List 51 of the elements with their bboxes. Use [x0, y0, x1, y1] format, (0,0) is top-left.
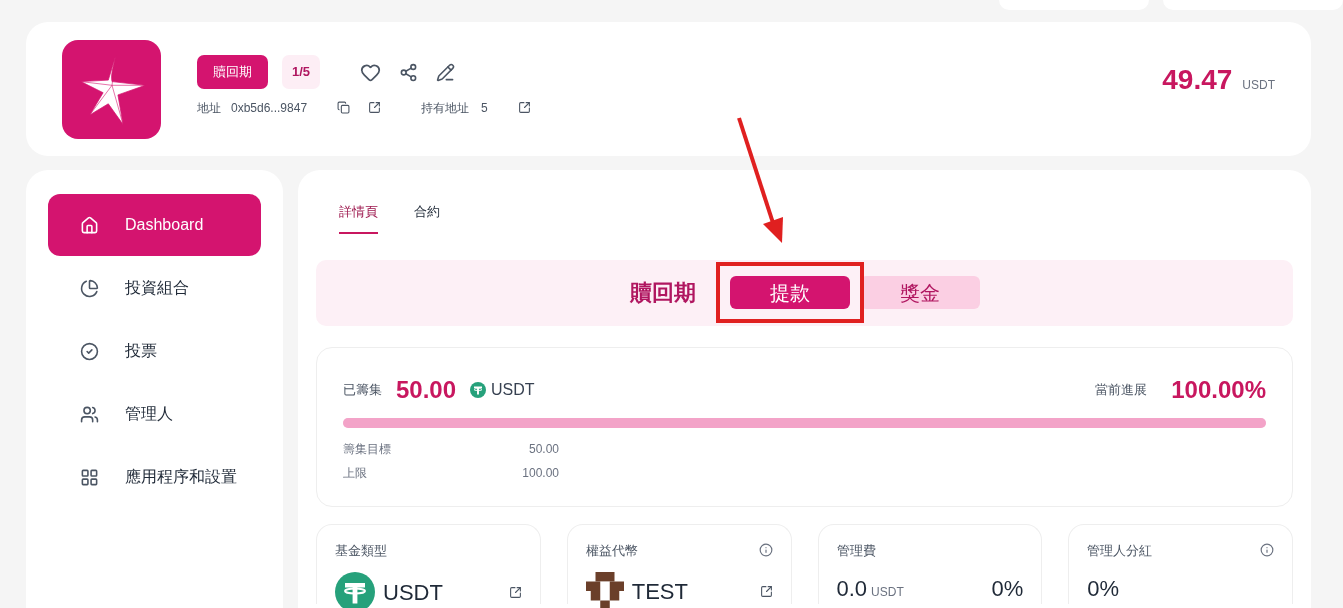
- sidebar-item[interactable]: 投票: [48, 320, 261, 382]
- check-circle-icon: [80, 341, 99, 361]
- external-link-icon[interactable]: [759, 584, 773, 598]
- pie-chart-icon: [80, 278, 99, 298]
- copy-icon[interactable]: [337, 101, 351, 115]
- phase-title: 贖回期: [629, 279, 696, 307]
- info-icon[interactable]: [758, 543, 773, 558]
- cap-value: 100.00: [521, 464, 559, 482]
- progress-value: 100.00%: [1171, 374, 1266, 405]
- address-value: 0xb5d6...9847: [231, 99, 308, 117]
- tab[interactable]: 詳情頁: [339, 202, 378, 234]
- sidebar-item[interactable]: Dashboard: [48, 194, 261, 256]
- fund-type-value: USDT: [383, 578, 443, 607]
- cap-label: 上限: [343, 464, 368, 482]
- stat-value: 0%: [1087, 575, 1120, 603]
- address-label: 地址: [197, 99, 221, 117]
- external-link-icon[interactable]: [517, 101, 531, 115]
- home-icon: [80, 215, 99, 235]
- currency-label: USDT: [491, 379, 535, 400]
- edit-icon[interactable]: [436, 62, 456, 82]
- holders-value: 5: [481, 99, 488, 117]
- balance-value: 49.47: [1162, 63, 1233, 97]
- phase-button[interactable]: 提款: [729, 276, 850, 309]
- sidebar-item[interactable]: 投資組合: [48, 257, 261, 319]
- info-icon[interactable]: [1260, 543, 1274, 558]
- tab[interactable]: 合約: [414, 202, 440, 234]
- tether-coin-icon: [470, 381, 487, 398]
- stat-label: 管理人分紅: [1087, 541, 1153, 560]
- stat-label: 基金類型: [335, 541, 387, 560]
- external-link-icon[interactable]: [508, 585, 522, 599]
- share-icon[interactable]: [399, 62, 419, 82]
- raised-label: 已籌集: [343, 380, 382, 399]
- token-value: TEST: [631, 577, 688, 606]
- raised-value: 50.00: [396, 374, 457, 405]
- stat-label: 管理費: [836, 541, 876, 560]
- sidebar-item[interactable]: 管理人: [48, 383, 261, 445]
- target-value: 50.00: [527, 440, 559, 458]
- grid-icon: [80, 467, 99, 487]
- fee-value: 0.0: [836, 575, 868, 603]
- holders-label: 持有地址: [421, 99, 470, 117]
- balance-unit: USDT: [1242, 77, 1275, 94]
- sidebar-item[interactable]: 應用程序和設置: [48, 446, 261, 508]
- users-icon: [80, 404, 99, 424]
- stat-label: 權益代幣: [585, 541, 638, 560]
- external-link-icon[interactable]: [368, 101, 382, 115]
- fee-percent: 0%: [991, 575, 1024, 603]
- status-badge: 贖回期: [197, 55, 268, 89]
- fee-unit: USDT: [871, 584, 904, 601]
- progress-label: 當前進展: [1095, 380, 1148, 399]
- round-badge: 1/5: [282, 55, 321, 89]
- target-label: 籌集目標: [343, 440, 392, 458]
